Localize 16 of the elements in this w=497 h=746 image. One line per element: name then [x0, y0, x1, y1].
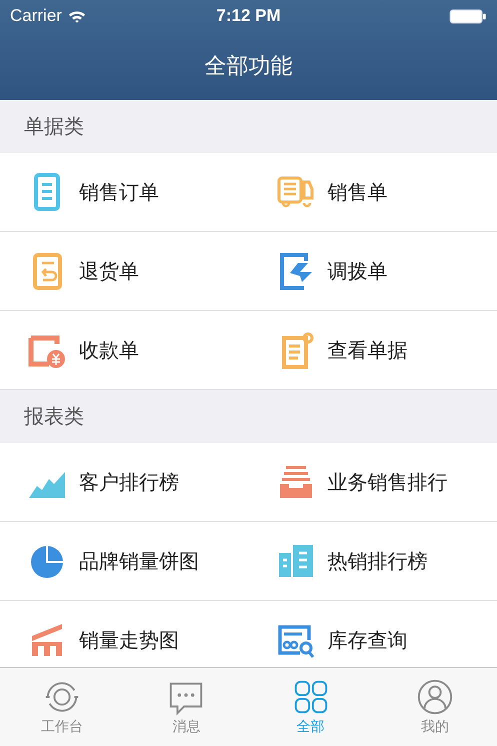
feature-item[interactable]: 客户排行榜 [0, 443, 248, 522]
feature-item[interactable]: 热销排行榜 [248, 522, 497, 601]
section-title: 报表类 [24, 403, 84, 430]
feature-item[interactable]: 品牌销量饼图 [0, 522, 248, 601]
user-icon [416, 678, 454, 716]
feature-item[interactable]: 退货单 [0, 232, 248, 311]
feature-item[interactable]: 销售订单 [0, 153, 248, 232]
status-time: 7:12 PM [216, 6, 281, 26]
page-title: 全部功能 [204, 53, 292, 81]
section-title: 单据类 [24, 113, 84, 140]
battery-icon [449, 8, 487, 24]
wifi-icon [68, 10, 86, 22]
carrier-label: Carrier [10, 6, 62, 26]
feature-item[interactable]: 销售单 [248, 153, 497, 232]
feature-item[interactable]: 调拨单 [248, 232, 497, 311]
feature-item[interactable]: 业务销售排行 [248, 443, 497, 522]
